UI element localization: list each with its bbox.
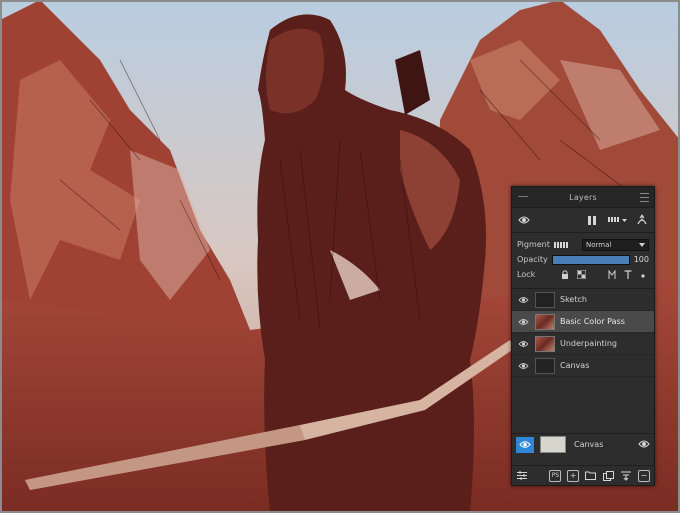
layer-visibility-icon[interactable]: [517, 360, 529, 372]
blend-mode-value: Normal: [586, 240, 612, 249]
drag-grip-icon[interactable]: [518, 196, 528, 197]
layer-thumbnail[interactable]: [535, 291, 555, 308]
layer-row[interactable]: Basic Color Pass: [512, 311, 654, 333]
layer-toolbar: [512, 208, 654, 233]
delete-layer-icon[interactable]: −: [637, 469, 650, 482]
layer-thumbnail[interactable]: [535, 357, 555, 374]
lock-text-icon[interactable]: [624, 270, 632, 279]
merge-down-icon[interactable]: [620, 470, 632, 482]
layer-visibility-icon[interactable]: [517, 294, 529, 306]
layer-row[interactable]: Underpainting: [512, 333, 654, 355]
layer-name: Sketch: [560, 295, 587, 304]
canvas-layer-row[interactable]: Canvas: [512, 433, 654, 455]
lock-transparency-icon[interactable]: [577, 270, 586, 279]
blend-mode-select[interactable]: Normal: [582, 238, 649, 251]
canvas-color-swatch[interactable]: [540, 436, 566, 453]
layer-row[interactable]: Sketch: [512, 289, 654, 311]
layer-name: Canvas: [560, 361, 590, 370]
chevron-down-icon: [639, 242, 645, 247]
panel-title: Layers: [569, 192, 597, 202]
layer-row[interactable]: Canvas: [512, 355, 654, 377]
visibility-toggle-icon[interactable]: [517, 213, 531, 227]
panel-header[interactable]: Layers: [512, 187, 654, 208]
add-layer-icon[interactable]: +: [567, 469, 580, 482]
canvas-layer-label: Canvas: [574, 440, 604, 449]
lock-layer-icon[interactable]: [561, 270, 569, 279]
lock-row: Lock: [512, 267, 654, 282]
opacity-slider-fill: [553, 255, 629, 264]
pause-icon[interactable]: [585, 213, 599, 227]
layer-list: Sketch Basic Color Pass Underpainting Canva…: [512, 288, 654, 377]
layer-name: Underpainting: [560, 339, 617, 348]
canvas-visibility-icon[interactable]: [516, 436, 534, 453]
layer-visibility-icon[interactable]: [517, 338, 529, 350]
panel-menu-icon[interactable]: [640, 193, 649, 202]
lock-label: Lock: [517, 270, 536, 279]
opacity-label: Opacity: [517, 255, 548, 264]
canvas-settings-icon[interactable]: [638, 439, 650, 451]
opacity-value[interactable]: 100: [634, 255, 649, 264]
pigment-label: Pigment: [517, 240, 550, 249]
layer-settings-icon[interactable]: [516, 470, 528, 482]
merge-icon[interactable]: [635, 213, 649, 227]
opacity-row: Opacity 100: [512, 252, 654, 267]
layers-panel: Layers Pigment Normal Opacity 100 Lock S…: [511, 186, 655, 486]
duplicate-layer-icon[interactable]: [603, 470, 615, 482]
pigment-icon[interactable]: [554, 241, 572, 249]
layer-thumbnail[interactable]: [535, 313, 555, 330]
lock-move-icon[interactable]: [608, 270, 616, 279]
add-group-icon[interactable]: [585, 470, 597, 482]
layer-name: Basic Color Pass: [560, 317, 625, 326]
bottom-toolbar: PS + −: [512, 465, 654, 485]
brush-presets-icon[interactable]: [607, 213, 629, 227]
layer-thumbnail[interactable]: [535, 335, 555, 352]
import-psd-button[interactable]: PS: [549, 469, 562, 482]
lock-dot-icon[interactable]: [640, 270, 646, 279]
pigment-row: Pigment Normal: [512, 237, 654, 252]
opacity-slider[interactable]: [552, 254, 630, 265]
layer-visibility-icon[interactable]: [517, 316, 529, 328]
